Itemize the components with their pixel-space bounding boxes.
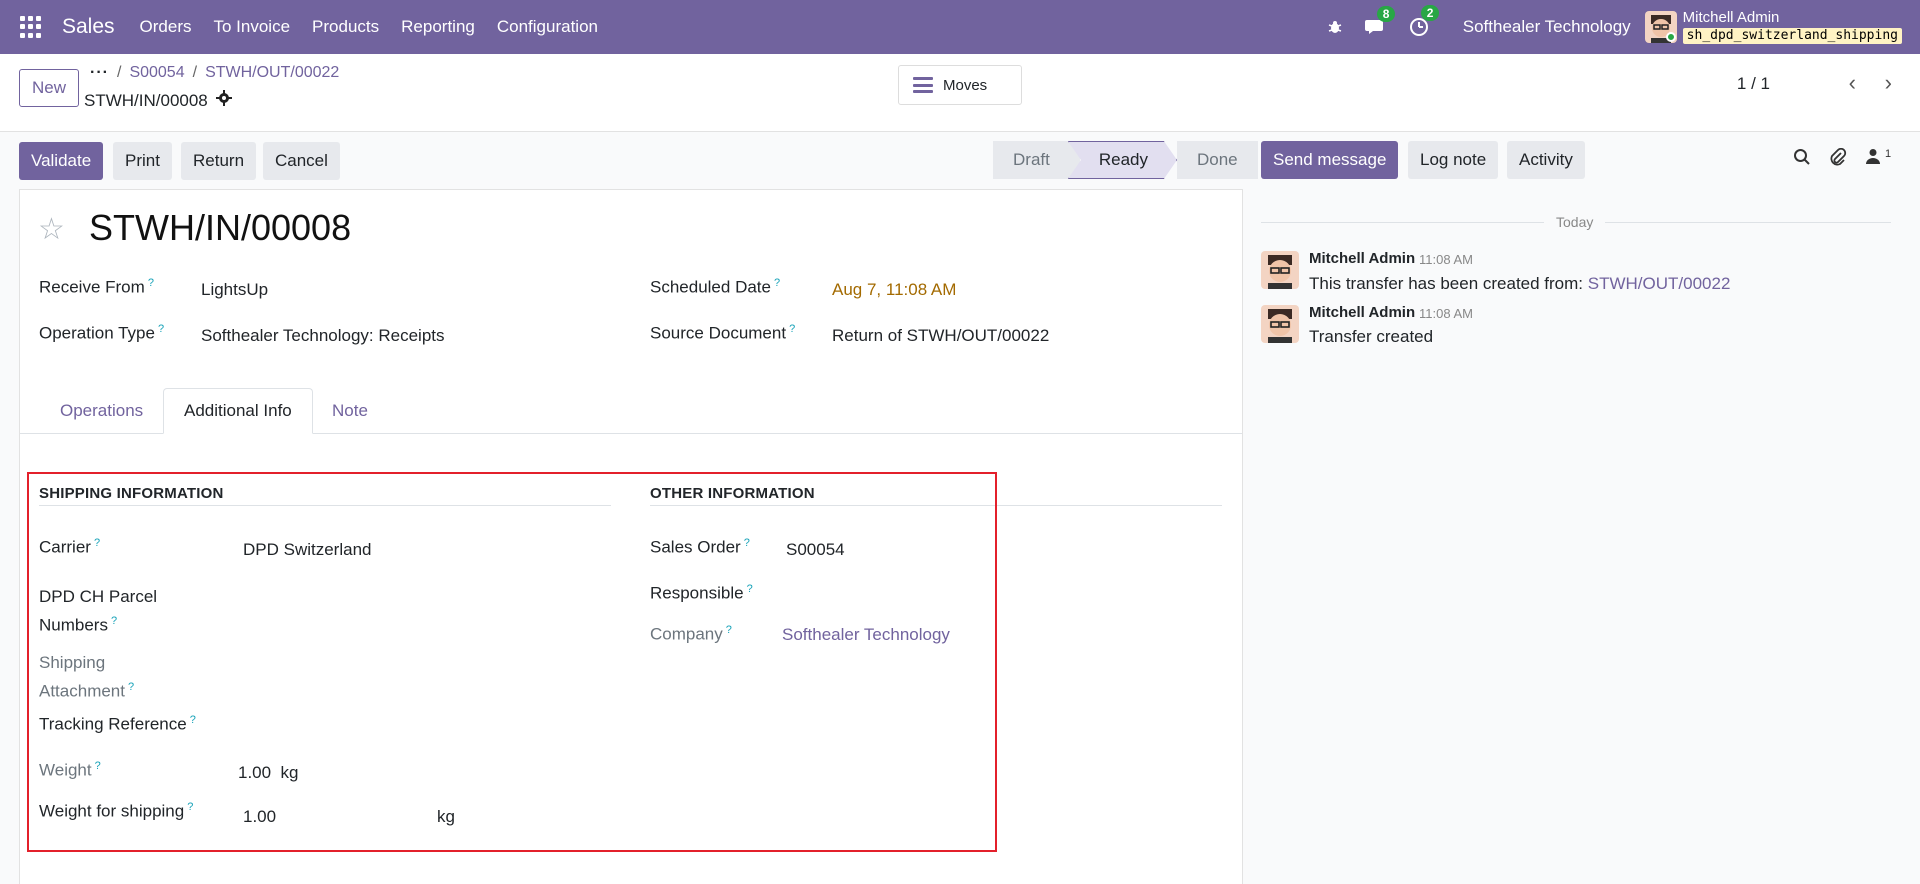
notebook-tabs: Operations Additional Info Note	[20, 388, 1242, 434]
gear-icon[interactable]	[215, 90, 232, 111]
chat-icon[interactable]: 8	[1364, 6, 1396, 36]
activity-button[interactable]: Activity	[1507, 141, 1585, 179]
avatar[interactable]	[1261, 305, 1299, 343]
log-note-button[interactable]: Log note	[1408, 141, 1499, 179]
menu-reporting[interactable]: Reporting	[401, 17, 475, 37]
highlight-box	[27, 472, 997, 852]
record-title: STWH/IN/00008	[89, 207, 352, 248]
app-name[interactable]: Sales	[62, 15, 115, 39]
receive-from-label: Receive From?	[39, 277, 154, 297]
today-divider-right	[1605, 222, 1891, 223]
source-document-value[interactable]: Return of STWH/OUT/00022	[832, 326, 1049, 346]
breadcrumb-sale-order[interactable]: S00054	[129, 64, 184, 82]
print-button[interactable]: Print	[113, 142, 172, 180]
menu-products[interactable]: Products	[312, 17, 379, 37]
messages-badge: 8	[1376, 6, 1396, 22]
receive-from-value[interactable]: LightsUp	[201, 280, 268, 300]
status-bar: Draft Ready Done	[993, 141, 1258, 179]
paperclip-icon[interactable]	[1829, 147, 1847, 173]
stage-draft[interactable]: Draft	[993, 141, 1080, 179]
today-label: Today	[1556, 214, 1594, 230]
source-document-label: Source Document?	[650, 323, 796, 343]
return-button[interactable]: Return	[181, 142, 257, 180]
avatar[interactable]	[1261, 251, 1299, 289]
chevron-left-icon[interactable]: ‹	[1849, 70, 1856, 96]
menu-orders[interactable]: Orders	[140, 17, 192, 37]
message-author[interactable]: Mitchell Admin	[1309, 250, 1415, 267]
new-button[interactable]: New	[19, 69, 80, 107]
message-body: Transfer created	[1309, 327, 1434, 346]
user-icon	[1866, 148, 1885, 168]
user-name: Mitchell Admin	[1682, 8, 1780, 26]
tab-note[interactable]: Note	[312, 388, 388, 434]
breadcrumb-delivery[interactable]: STWH/OUT/00022	[205, 64, 339, 82]
cancel-button[interactable]: Cancel	[263, 142, 340, 180]
message-link[interactable]: STWH/OUT/00022	[1588, 274, 1731, 293]
stage-ready[interactable]: Ready	[1067, 141, 1177, 179]
bug-icon[interactable]	[1327, 19, 1343, 35]
apps-grid-icon[interactable]	[20, 16, 42, 38]
moves-smart-button[interactable]: Moves	[898, 65, 1022, 105]
validate-button[interactable]: Validate	[19, 142, 104, 180]
pager-value[interactable]: 1 / 1	[1737, 74, 1770, 94]
scheduled-date-label: Scheduled Date?	[650, 277, 781, 297]
send-message-button[interactable]: Send message	[1261, 141, 1399, 179]
database-name: sh_dpd_switzerland_shipping	[1682, 28, 1902, 45]
chevron-right-icon[interactable]: ›	[1885, 70, 1892, 96]
current-record: STWH/IN/00008	[84, 90, 208, 110]
breadcrumb: ··· / S00054 / STWH/OUT/00022	[90, 64, 340, 82]
menu-configuration[interactable]: Configuration	[497, 17, 598, 37]
star-icon[interactable]: ☆	[38, 212, 65, 247]
top-navbar: Sales Orders To Invoice Products Reporti…	[0, 0, 1920, 54]
activities-badge: 2	[1420, 5, 1440, 21]
list-icon	[913, 77, 933, 93]
clock-icon[interactable]: 2	[1409, 5, 1440, 37]
control-panel: New ··· / S00054 / STWH/OUT/00022 STWH/I…	[0, 54, 1920, 132]
scheduled-date-value[interactable]: Aug 7, 11:08 AM	[832, 280, 956, 300]
operation-type-value[interactable]: Softhealer Technology: Receipts	[201, 326, 445, 346]
tab-operations[interactable]: Operations	[40, 388, 163, 434]
user-menu[interactable]: Mitchell Admin sh_dpd_switzerland_shippi…	[1682, 8, 1902, 45]
navbar-right: 8 2 Softhealer Technology Mitchell Admin…	[1305, 0, 1902, 54]
message-time: 11:08 AM	[1419, 252, 1473, 267]
breadcrumb-more-icon[interactable]: ···	[90, 64, 109, 82]
user-avatar[interactable]	[1644, 11, 1677, 43]
followers-count: 1	[1885, 148, 1892, 160]
followers-button[interactable]: 1	[1866, 148, 1891, 169]
search-icon[interactable]	[1793, 148, 1811, 171]
stage-done[interactable]: Done	[1176, 141, 1258, 179]
message-time: 11:08 AM	[1419, 306, 1473, 321]
company-switcher[interactable]: Softhealer Technology	[1463, 17, 1631, 37]
moves-label: Moves	[943, 76, 988, 94]
message-author[interactable]: Mitchell Admin	[1309, 304, 1415, 321]
menu-to-invoice[interactable]: To Invoice	[214, 17, 291, 37]
operation-type-label: Operation Type?	[39, 323, 165, 343]
tab-additional-info[interactable]: Additional Info	[163, 388, 313, 434]
today-divider-left	[1261, 222, 1544, 223]
record-name: STWH/IN/00008	[84, 90, 232, 111]
message-body: This transfer has been created from: STW…	[1309, 274, 1731, 293]
